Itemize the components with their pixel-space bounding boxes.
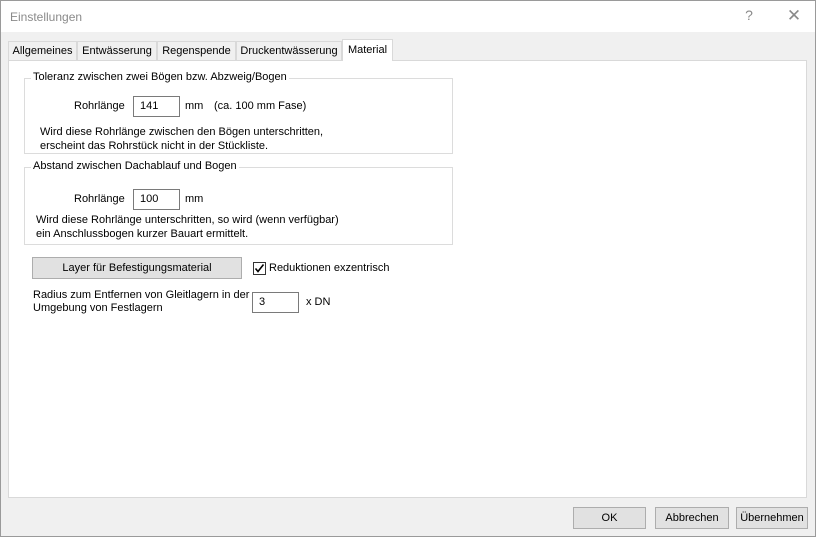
radius-unit: x DN [306, 296, 331, 308]
tolerance-description-line1: Wird diese Rohrlänge zwischen den Bögen … [40, 126, 324, 138]
tab-allgemeines[interactable]: Allgemeines [8, 41, 77, 60]
tab-material[interactable]: Material [342, 39, 393, 61]
reduktionen-checkbox[interactable] [253, 262, 266, 275]
distance-description-line1: Wird diese Rohrlänge unterschritten, so … [36, 214, 339, 226]
distance-unit: mm [185, 193, 204, 205]
window-title: Einstellungen [10, 10, 83, 24]
tolerance-length-input[interactable]: 141 [133, 96, 180, 117]
distance-length-label: Rohrlänge [74, 193, 125, 205]
distance-length-input[interactable]: 100 [133, 189, 180, 210]
close-button[interactable]: ✕ [785, 6, 803, 26]
apply-button[interactable]: Übernehmen [736, 507, 808, 529]
checkmark-icon [254, 264, 265, 273]
reduktionen-label[interactable]: Reduktionen exzentrisch [269, 262, 389, 274]
tolerance-group: Toleranz zwischen zwei Bögen bzw. Abzwei… [24, 71, 453, 154]
tolerance-length-label: Rohrlänge [74, 100, 125, 112]
tab-panel-material: Toleranz zwischen zwei Bögen bzw. Abzwei… [8, 60, 807, 498]
layer-befestigungsmaterial-button[interactable]: Layer für Befestigungsmaterial [32, 257, 242, 279]
distance-group-title: Abstand zwischen Dachablauf und Bogen [31, 160, 239, 172]
ok-button[interactable]: OK [573, 507, 646, 529]
tolerance-hint: (ca. 100 mm Fase) [214, 100, 307, 112]
tab-entwaesserung[interactable]: Entwässerung [77, 41, 157, 60]
tolerance-description-line2: erscheint das Rohrstück nicht in der Stü… [40, 140, 269, 152]
distance-group: Abstand zwischen Dachablauf und Bogen Ro… [24, 160, 453, 245]
tab-strip: Allgemeines Entwässerung Regenspende Dru… [8, 39, 808, 61]
help-button[interactable]: ? [741, 7, 757, 25]
cancel-button[interactable]: Abbrechen [655, 507, 729, 529]
tolerance-group-title: Toleranz zwischen zwei Bögen bzw. Abzwei… [31, 71, 289, 83]
tab-druckentwaesserung[interactable]: Druckentwässerung [236, 41, 342, 60]
settings-dialog: Einstellungen ? ✕ Allgemeines Entwässeru… [0, 0, 816, 537]
radius-label-line2: Umgebung von Festlagern [33, 302, 163, 314]
distance-description-line2: ein Anschlussbogen kurzer Bauart ermitte… [36, 228, 249, 240]
tolerance-unit: mm [185, 100, 204, 112]
title-bar: Einstellungen ? ✕ [1, 1, 815, 32]
tab-regenspende[interactable]: Regenspende [157, 41, 236, 60]
radius-input[interactable]: 3 [252, 292, 299, 313]
radius-label-line1: Radius zum Entfernen von Gleitlagern in … [33, 289, 250, 301]
